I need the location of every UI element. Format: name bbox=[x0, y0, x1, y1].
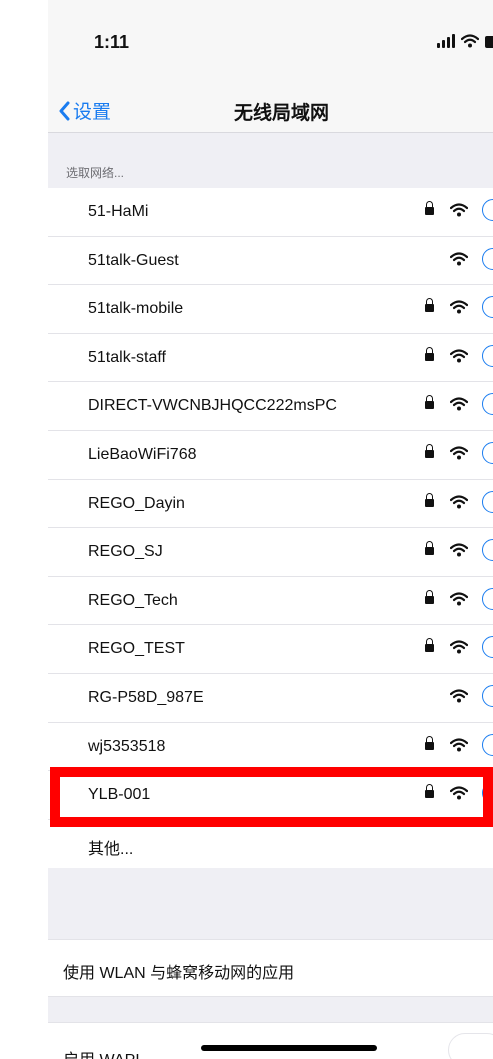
lock-icon bbox=[425, 298, 434, 313]
network-row[interactable]: RG-P58D_987E bbox=[48, 674, 493, 723]
network-name: LieBaoWiFi768 bbox=[88, 445, 197, 463]
wifi-icon bbox=[449, 252, 469, 266]
network-row[interactable]: REGO_SJ bbox=[48, 528, 493, 577]
enable-wapi-label: 启用 WAPI bbox=[63, 1046, 140, 1059]
network-name: 51talk-mobile bbox=[88, 300, 184, 318]
home-indicator bbox=[201, 1045, 377, 1051]
lock-icon bbox=[425, 201, 434, 215]
page-title: 无线局域网 bbox=[234, 103, 330, 124]
info-icon[interactable] bbox=[482, 247, 493, 270]
wifi-icon bbox=[449, 397, 469, 411]
lock-icon bbox=[425, 784, 434, 799]
back-button[interactable]: 设置 bbox=[58, 97, 111, 124]
network-name: 51-HaMi bbox=[88, 203, 149, 220]
status-time: 1:11 bbox=[94, 32, 130, 52]
wifi-icon bbox=[449, 300, 469, 314]
network-name: REGO_SJ bbox=[88, 543, 163, 561]
wlan-settings-screen: 1:11 设置 无线局域网 选取网络... 51-HaMi 51talk-Gues… bbox=[48, 0, 493, 1059]
navigation-bar: 设置 无线局域网 bbox=[48, 88, 493, 133]
info-icon[interactable] bbox=[482, 441, 493, 464]
other-network-row[interactable]: 其他... bbox=[48, 820, 493, 869]
enable-wapi-row: 启用 WAPI bbox=[48, 1022, 493, 1059]
network-name: REGO_TEST bbox=[88, 640, 185, 658]
network-row[interactable]: 51-HaMi bbox=[48, 188, 493, 237]
info-icon[interactable] bbox=[482, 587, 493, 610]
back-button-label: 设置 bbox=[73, 102, 112, 123]
info-icon[interactable] bbox=[482, 684, 493, 707]
info-icon[interactable] bbox=[482, 393, 493, 416]
wifi-icon bbox=[449, 203, 469, 217]
wifi-icon bbox=[449, 349, 469, 363]
info-icon[interactable] bbox=[482, 733, 493, 756]
network-name: RG-P58D_987E bbox=[88, 688, 204, 706]
wifi-icon bbox=[449, 592, 469, 606]
lock-icon bbox=[425, 541, 434, 556]
wifi-icon bbox=[449, 737, 469, 752]
lock-icon bbox=[425, 443, 434, 458]
wifi-icon bbox=[449, 786, 469, 800]
apps-row-label: 使用 WLAN 与蜂窝移动网的应用 bbox=[63, 965, 295, 982]
wifi-icon bbox=[449, 640, 469, 654]
wlan-cellular-apps-row[interactable]: 使用 WLAN 与蜂窝移动网的应用 bbox=[48, 939, 493, 997]
network-row[interactable]: REGO_TEST bbox=[48, 625, 493, 674]
section-header-label: 选取网络... bbox=[66, 166, 125, 180]
info-icon[interactable] bbox=[482, 199, 493, 221]
cellular-signal-icon bbox=[437, 34, 455, 48]
wifi-icon bbox=[449, 543, 469, 557]
chevron-left-icon bbox=[59, 101, 70, 120]
network-row[interactable]: 51talk-mobile bbox=[48, 285, 493, 334]
other-network-label: 其他... bbox=[88, 840, 134, 858]
info-icon[interactable] bbox=[482, 636, 493, 659]
wifi-icon bbox=[449, 689, 469, 703]
info-icon[interactable] bbox=[482, 539, 493, 562]
lock-icon bbox=[425, 735, 434, 750]
network-list: 51-HaMi 51talk-Guest 51talk-mobile 51talk-s… bbox=[48, 188, 493, 869]
choose-network-header: 选取网络... bbox=[48, 150, 493, 188]
wifi-icon bbox=[449, 446, 469, 460]
status-bar: 1:11 bbox=[48, 0, 493, 88]
status-icons bbox=[437, 34, 493, 48]
network-name: YLB-001 bbox=[88, 786, 151, 804]
lock-icon bbox=[425, 638, 434, 653]
network-row[interactable]: REGO_Dayin bbox=[48, 480, 493, 529]
lock-icon bbox=[425, 589, 434, 604]
enable-wapi-toggle[interactable] bbox=[448, 1033, 493, 1059]
network-name: REGO_Tech bbox=[88, 591, 178, 609]
info-icon[interactable] bbox=[482, 782, 493, 805]
network-row[interactable]: LieBaoWiFi768 bbox=[48, 431, 493, 480]
wifi-icon bbox=[449, 494, 469, 509]
network-row[interactable]: YLB-001 bbox=[48, 771, 493, 820]
info-icon[interactable] bbox=[482, 490, 493, 513]
network-name: REGO_Dayin bbox=[88, 494, 185, 512]
lock-icon bbox=[425, 492, 434, 507]
network-name: 51talk-Guest bbox=[88, 251, 179, 269]
wifi-status-icon bbox=[461, 34, 479, 48]
network-row[interactable]: REGO_Tech bbox=[48, 577, 493, 626]
battery-icon bbox=[485, 36, 493, 48]
lock-icon bbox=[425, 395, 434, 410]
network-row[interactable]: 51talk-Guest bbox=[48, 237, 493, 286]
info-icon[interactable] bbox=[482, 344, 493, 367]
network-name: 51talk-staff bbox=[88, 348, 166, 366]
info-icon[interactable] bbox=[482, 296, 493, 319]
network-name: DIRECT-VWCNBJHQCC222msPC bbox=[88, 397, 337, 415]
network-row[interactable]: wj5353518 bbox=[48, 723, 493, 772]
network-row[interactable]: DIRECT-VWCNBJHQCC222msPC bbox=[48, 382, 493, 431]
lock-icon bbox=[425, 346, 434, 361]
network-name: wj5353518 bbox=[88, 737, 166, 755]
network-row[interactable]: 51talk-staff bbox=[48, 334, 493, 383]
